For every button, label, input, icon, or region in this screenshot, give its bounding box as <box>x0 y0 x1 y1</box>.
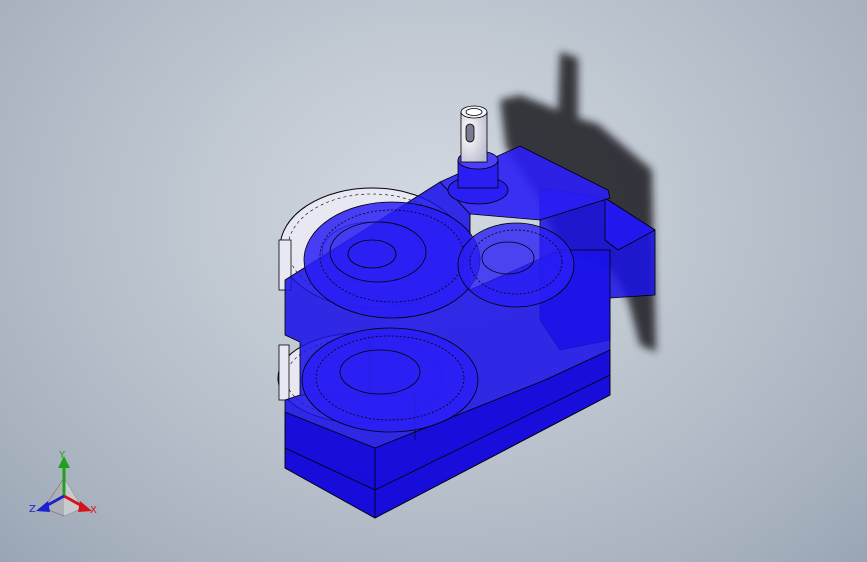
upper-right-gear <box>457 222 575 308</box>
x-axis-label: X <box>90 505 97 516</box>
graphics-viewport[interactable]: X Y Z <box>0 0 867 562</box>
z-axis-label: Z <box>29 504 36 515</box>
output-shaft[interactable] <box>447 105 509 205</box>
model-view[interactable] <box>0 0 867 562</box>
z-axis-arrow <box>36 501 50 512</box>
y-axis-label: Y <box>59 450 66 461</box>
upper-front-gear <box>303 201 481 319</box>
view-orientation-triad[interactable] <box>36 456 92 517</box>
lower-front-gear <box>301 327 479 433</box>
